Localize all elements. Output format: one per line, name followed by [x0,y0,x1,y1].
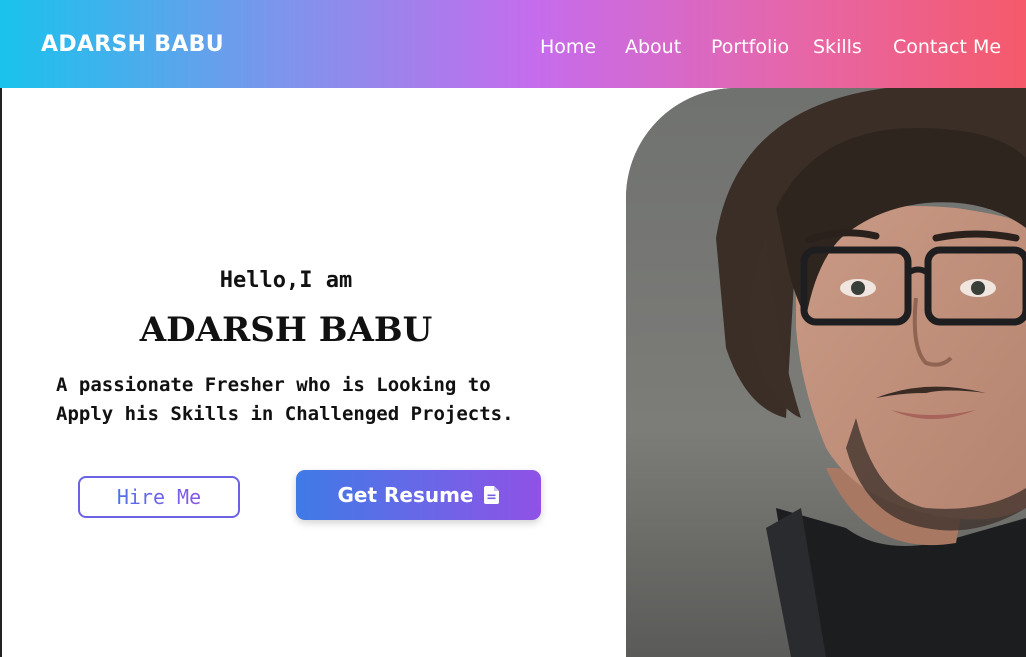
portrait-illustration [626,88,1026,657]
file-icon [483,486,500,504]
brand-logo[interactable]: ADARSH BABU [41,32,224,57]
hero-description: A passionate Fresher who is Looking to A… [56,371,576,429]
get-resume-button[interactable]: Get Resume [296,470,541,520]
nav-home[interactable]: Home [540,36,596,58]
nav-skills[interactable]: Skills [813,36,862,58]
hero-description-line-1: A passionate Fresher who is Looking to [56,374,491,396]
nav-portfolio[interactable]: Portfolio [711,36,789,58]
portrait-photo [626,88,1026,657]
hire-me-button[interactable]: Hire Me [78,476,240,518]
nav-about[interactable]: About [625,36,681,58]
get-resume-label: Get Resume [337,483,474,507]
page-edge [0,88,2,657]
hero-name: ADARSH BABU [139,310,433,350]
hire-me-label: Hire Me [116,485,202,509]
hero-description-line-2: Apply his Skills in Challenged Projects. [56,403,514,425]
hero-greeting: Hello,I am [219,268,353,293]
nav-contact[interactable]: Contact Me [893,36,1001,58]
navbar: ADARSH BABU Home About Portfolio Skills … [0,0,1026,88]
